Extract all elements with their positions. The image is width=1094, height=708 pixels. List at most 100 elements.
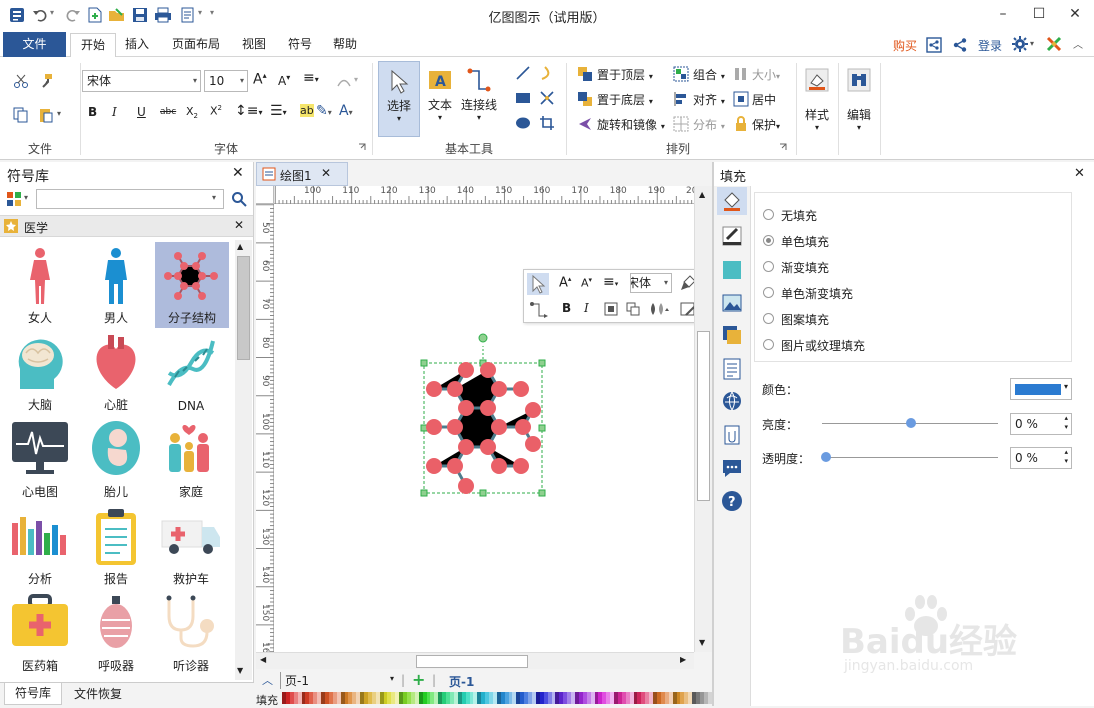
fill-option-pattern[interactable]: 图案填充 <box>763 311 963 327</box>
protect-button[interactable]: 保护▾ <box>752 116 780 133</box>
canvas-vscroll-thumb[interactable] <box>697 331 710 501</box>
settings-dropdown-icon[interactable]: ▾ <box>1030 39 1034 48</box>
mini-bring-front-icon[interactable] <box>604 302 618 316</box>
line-spacing-icon[interactable]: ↕≡▾ <box>235 103 262 119</box>
mini-increase-font-icon[interactable]: A▴ <box>559 275 571 290</box>
size-icon[interactable] <box>733 66 749 82</box>
rotate-mirror-button[interactable]: 旋转和镜像 ▾ <box>597 116 665 133</box>
scroll-up-icon[interactable]: ▲ <box>237 242 243 251</box>
symbol-respirator[interactable]: 呼吸器 <box>80 590 152 672</box>
bullet-list-icon[interactable]: ☰▾ <box>270 103 287 119</box>
canvas-scroll-up-icon[interactable]: ▲ <box>699 190 705 199</box>
text-path-dropdown-icon[interactable]: ▾ <box>354 75 358 84</box>
align-icon[interactable] <box>673 91 689 107</box>
canvas-scroll-down-icon[interactable]: ▼ <box>699 638 705 647</box>
mini-decrease-font-icon[interactable]: A▾ <box>581 276 592 290</box>
undo-dropdown-icon[interactable]: ▾ <box>50 8 54 17</box>
print-icon[interactable] <box>154 6 172 24</box>
molecule-shape[interactable] <box>414 330 554 500</box>
text-highlight-pen-icon[interactable]: ✎▾ <box>316 103 332 119</box>
line-tool-icon[interactable] <box>515 65 531 81</box>
share-icon[interactable] <box>952 37 968 53</box>
document-tab[interactable]: 绘图1 ✕ <box>256 162 348 186</box>
symbol-family[interactable]: 家庭 <box>155 416 227 502</box>
canvas-scroll-right-icon[interactable]: ▶ <box>680 655 686 664</box>
palette-swatches[interactable] <box>282 692 712 704</box>
text-path-icon[interactable] <box>336 73 352 89</box>
redo-icon[interactable] <box>64 6 82 24</box>
minimize-button[interactable]: – <box>986 2 1020 26</box>
connector-tool-button[interactable]: 连接线 ▾ <box>460 61 498 137</box>
transparency-slider-thumb[interactable] <box>821 452 831 462</box>
transparency-slider-track[interactable] <box>822 457 998 458</box>
symbol-molecule[interactable]: 分子结构 <box>155 242 229 328</box>
tab-symbol-library[interactable]: 符号库 <box>4 683 62 705</box>
fill-option-none[interactable]: 无填充 <box>763 207 963 223</box>
font-size-select[interactable]: 10 ▾ <box>204 70 248 92</box>
tab-insert[interactable]: 插入 <box>115 33 159 57</box>
close-window-button[interactable]: ✕ <box>1058 2 1092 26</box>
export-icon[interactable] <box>179 6 197 24</box>
protect-lock-icon[interactable] <box>733 116 749 132</box>
fill-bucket-icon[interactable] <box>721 190 743 212</box>
search-icon[interactable] <box>231 191 247 207</box>
document-tab-close-icon[interactable]: ✕ <box>321 166 331 180</box>
layer-icon[interactable] <box>721 324 743 346</box>
edraw-logo-icon[interactable] <box>1046 36 1062 52</box>
line-pen-icon[interactable] <box>721 225 743 247</box>
tab-file-recovery[interactable]: 文件恢复 <box>74 685 122 702</box>
font-dialog-launcher-icon[interactable] <box>358 143 366 151</box>
increase-font-icon[interactable]: A▴ <box>253 71 267 88</box>
symbol-heart[interactable]: 心脏 <box>80 329 152 415</box>
rectangle-tool-icon[interactable] <box>515 90 531 106</box>
symbol-ecg[interactable]: 心电图 <box>4 416 76 502</box>
shadow-icon[interactable] <box>721 259 743 281</box>
page-collapse-icon[interactable]: ︿ <box>262 672 273 688</box>
mini-fill-color-icon[interactable] <box>648 302 670 316</box>
copy-icon[interactable] <box>13 107 29 123</box>
library-grid-icon[interactable] <box>6 191 22 207</box>
library-scroll-thumb[interactable] <box>237 256 250 360</box>
tab-home[interactable]: 开始 <box>70 33 117 58</box>
help-icon[interactable]: ? <box>721 490 743 512</box>
library-search-input[interactable] <box>36 189 224 209</box>
rotation-handle[interactable] <box>478 333 488 343</box>
mini-font-select[interactable]: 宋体▾ <box>630 273 672 293</box>
page-select[interactable]: 页-1 ▾ <box>280 672 398 689</box>
symbol-stethoscope[interactable]: 听诊器 <box>155 590 227 672</box>
text-tool-button[interactable]: A 文本 ▾ <box>422 61 458 137</box>
symbol-report[interactable]: 报告 <box>80 503 152 589</box>
subscript-button[interactable]: X2 <box>186 105 198 120</box>
login-link[interactable]: 登录 <box>978 37 1002 54</box>
decrease-font-icon[interactable]: A▾ <box>278 73 290 88</box>
group-icon[interactable] <box>673 66 689 82</box>
send-back-icon[interactable] <box>577 91 593 107</box>
canvas-scroll-left-icon[interactable]: ◀ <box>260 655 266 664</box>
new-file-icon[interactable] <box>86 6 104 24</box>
tab-view[interactable]: 视图 <box>232 33 276 57</box>
export-dropdown-icon[interactable]: ▾ <box>198 8 202 17</box>
attachment-icon[interactable] <box>721 424 743 446</box>
buy-link[interactable]: 购买 <box>893 37 917 54</box>
maximize-button[interactable]: ☐ <box>1022 2 1056 26</box>
group-button[interactable]: 组合 ▾ <box>693 66 725 83</box>
center-icon[interactable] <box>733 91 749 107</box>
collapse-ribbon-icon[interactable]: ︿ <box>1073 36 1083 51</box>
library-menu-dropdown-icon[interactable]: ▾ <box>24 193 28 202</box>
tab-page-layout[interactable]: 页面布局 <box>162 33 230 57</box>
tab-symbol[interactable]: 符号 <box>278 33 322 57</box>
category-header[interactable]: 医学 ✕ <box>0 215 253 237</box>
symbol-dna[interactable]: DNA <box>155 329 227 415</box>
mini-bold-button[interactable]: B <box>562 301 571 315</box>
symbol-woman[interactable]: 女人 <box>4 242 76 328</box>
symbol-medical-kit[interactable]: 医药箱 <box>4 590 76 672</box>
highlight-icon[interactable]: ab <box>300 104 314 117</box>
paragraph-align-icon[interactable]: ≡▾ <box>303 70 319 86</box>
arrange-dialog-launcher-icon[interactable] <box>779 143 787 151</box>
font-name-select[interactable]: 宋体 ▾ <box>82 70 201 92</box>
mini-select-icon[interactable] <box>527 273 549 295</box>
align-button[interactable]: 对齐 ▾ <box>693 91 725 108</box>
canvas-vertical-scrollbar[interactable]: ▲ ▼ <box>694 186 712 652</box>
fill-option-picture-texture[interactable]: 图片或纹理填充 <box>763 337 963 353</box>
symbol-brain[interactable]: 大脑 <box>4 329 76 415</box>
